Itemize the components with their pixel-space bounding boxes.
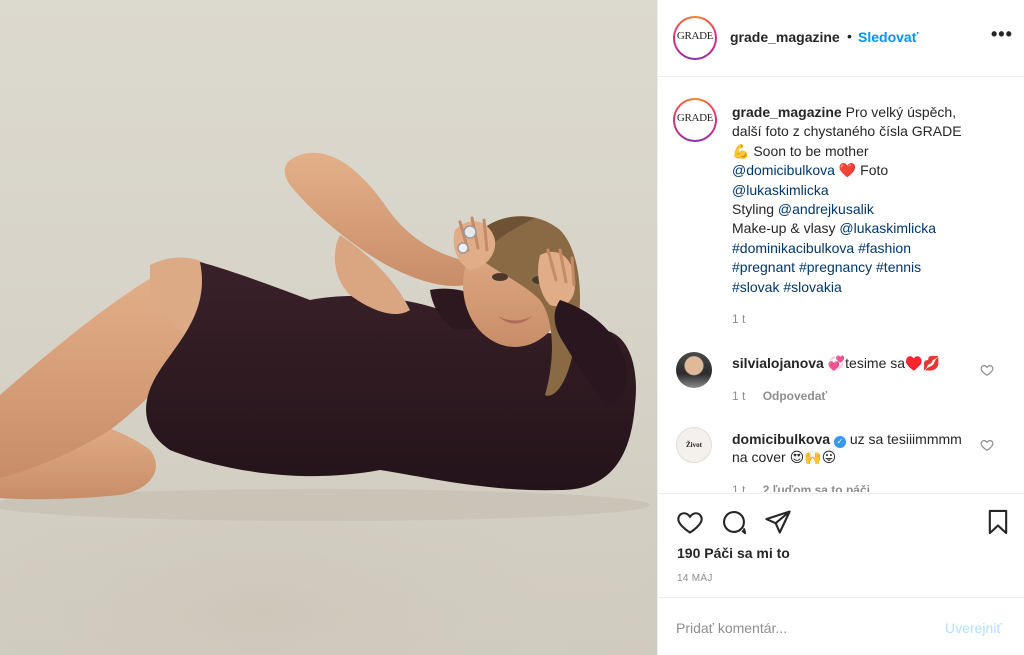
caption-text: další foto z chystaného čísla GRADE	[732, 123, 962, 140]
comment-likes-count[interactable]: 2 ľuďom sa to páči	[763, 483, 870, 492]
profile-avatar[interactable]: GRADE	[673, 16, 717, 60]
caption-avatar[interactable]: GRADE	[673, 98, 717, 142]
caption-username[interactable]: grade_magazine	[732, 104, 842, 120]
flexed-biceps-emoji: 💪	[732, 142, 750, 159]
hashtag-link[interactable]: #fashion	[858, 240, 911, 256]
caption-text: Foto	[856, 162, 889, 179]
mention-link[interactable]: @lukaskimlicka	[839, 220, 936, 236]
post-actions: 190 Páči sa mi to 14 MÁJ	[658, 493, 1024, 596]
post-panel: GRADE grade_magazine • Sledovať ••• GRAD…	[657, 0, 1024, 655]
likes-count[interactable]: 190 Páči sa mi to	[677, 545, 790, 561]
caption-text: Soon to be mother	[749, 142, 869, 159]
mention-link[interactable]: @lukaskimlicka	[732, 182, 829, 198]
comment-meta: 1 t Odpovedať	[732, 389, 827, 403]
hashtag-link[interactable]: #slovak	[732, 279, 779, 295]
comment-avatar[interactable]	[676, 352, 712, 388]
avatar-magazine-text: Život	[686, 441, 702, 449]
comment-icon[interactable]	[720, 508, 748, 536]
comment-body: 💞tesime sa♥️💋	[827, 355, 940, 371]
caption-text: Styling	[732, 201, 778, 218]
post-caption: grade_magazine Pro velký úspěch, další f…	[732, 103, 1002, 297]
caption-text: Make-up & vlasy	[732, 220, 840, 237]
comment-timestamp: 1 t	[732, 389, 746, 403]
comment-like-heart-icon[interactable]	[980, 363, 994, 377]
hashtag-link[interactable]: #dominikacibulkova	[732, 240, 854, 256]
comments-list[interactable]: GRADE grade_magazine Pro velký úspěch, d…	[658, 78, 1024, 492]
verified-badge-icon: ✓	[833, 436, 846, 448]
post-photo[interactable]	[0, 0, 657, 655]
photo-illustration	[0, 152, 657, 655]
header-separator: •	[847, 28, 852, 44]
caption-timestamp: 1 t	[732, 312, 746, 326]
comment-username[interactable]: domicibulkova	[732, 431, 830, 447]
grade-logo: GRADE	[676, 29, 714, 42]
hashtag-link[interactable]: #tennis	[876, 259, 921, 275]
post-header: GRADE grade_magazine • Sledovať •••	[658, 0, 1024, 77]
grade-logo-small: GRADE	[676, 111, 714, 124]
hashtag-link[interactable]: #slovakia	[783, 279, 841, 295]
comment-username[interactable]: silvialojanova	[732, 355, 824, 371]
follow-button[interactable]: Sledovať	[858, 29, 918, 45]
comment-input[interactable]	[676, 618, 936, 638]
comment-meta: 1 t 2 ľuďom sa to páči	[732, 483, 870, 492]
comment-text: silvialojanova 💞tesime sa♥️💋	[732, 354, 972, 372]
hashtag-link[interactable]: #pregnancy	[799, 259, 872, 275]
header-username[interactable]: grade_magazine	[730, 29, 840, 45]
heart-icon[interactable]	[676, 508, 704, 536]
mention-link[interactable]: @andrejkusalik	[778, 201, 874, 217]
post-date[interactable]: 14 MÁJ	[677, 573, 713, 584]
send-icon[interactable]	[764, 508, 792, 536]
reply-button[interactable]: Odpovedať	[763, 389, 827, 403]
comment-timestamp: 1 t	[732, 483, 746, 492]
comment-avatar[interactable]: Život	[676, 427, 712, 463]
comment-like-heart-icon[interactable]	[980, 438, 994, 452]
more-options-icon[interactable]: •••	[991, 24, 1013, 45]
caption-text: Pro velký úspěch,	[845, 104, 957, 120]
hashtag-link[interactable]: #pregnant	[732, 259, 795, 275]
bookmark-icon[interactable]	[984, 508, 1012, 536]
mention-link[interactable]: @domicibulkova	[732, 162, 835, 178]
red-heart-emoji: ❤️	[838, 162, 857, 179]
add-comment-section: Uverejniť	[658, 597, 1024, 655]
post-comment-button[interactable]: Uverejniť	[945, 620, 1002, 636]
comment-text: domicibulkova ✓ uz sa tesiiimmmm na cove…	[732, 430, 972, 466]
